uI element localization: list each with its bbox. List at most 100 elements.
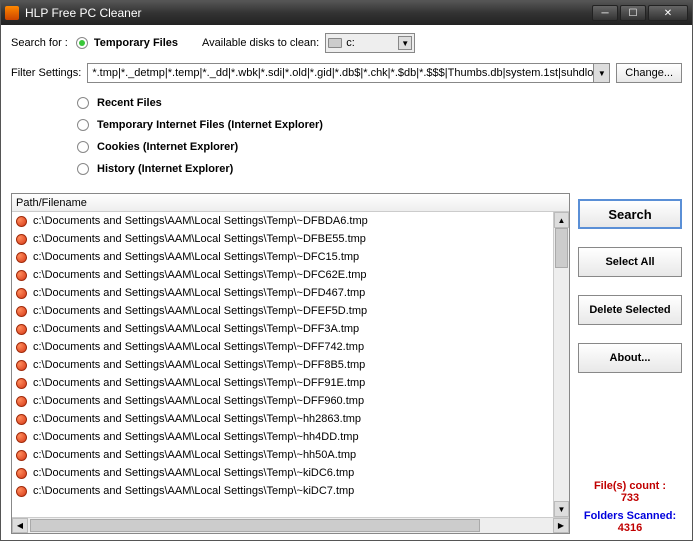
filter-settings-label: Filter Settings: [11, 67, 81, 79]
temp-files-label[interactable]: Temporary Files [94, 37, 178, 49]
app-icon [5, 6, 19, 20]
list-item[interactable]: c:\Documents and Settings\AAM\Local Sett… [12, 338, 553, 356]
window-title: HLP Free PC Cleaner [25, 6, 592, 20]
search-for-label: Search for : [11, 37, 68, 49]
list-item[interactable]: c:\Documents and Settings\AAM\Local Sett… [12, 464, 553, 482]
file-icon [16, 342, 27, 353]
scroll-up-icon[interactable]: ▲ [554, 212, 569, 228]
horizontal-scrollbar[interactable]: ◀ ▶ [12, 517, 569, 533]
files-count-value: 733 [578, 492, 682, 504]
radio-recent-files[interactable]: Recent Files [77, 97, 682, 109]
radio-label: History (Internet Explorer) [97, 163, 233, 175]
file-path: c:\Documents and Settings\AAM\Local Sett… [33, 467, 354, 479]
search-row: Search for : Temporary Files Available d… [11, 33, 682, 53]
content-area: Search for : Temporary Files Available d… [1, 25, 692, 540]
maximize-button[interactable]: ☐ [620, 5, 646, 21]
radio-history[interactable]: History (Internet Explorer) [77, 163, 682, 175]
side-panel: Search Select All Delete Selected About.… [578, 193, 682, 534]
file-path: c:\Documents and Settings\AAM\Local Sett… [33, 269, 367, 281]
list-body: c:\Documents and Settings\AAM\Local Sett… [12, 212, 569, 517]
scroll-right-icon[interactable]: ▶ [553, 518, 569, 533]
filter-combo[interactable]: *.tmp|*._detmp|*.temp|*._dd|*.wbk|*.sdi|… [87, 63, 610, 83]
vertical-scrollbar[interactable]: ▲ ▼ [553, 212, 569, 517]
list-item[interactable]: c:\Documents and Settings\AAM\Local Sett… [12, 392, 553, 410]
list-item[interactable]: c:\Documents and Settings\AAM\Local Sett… [12, 302, 553, 320]
available-disks-label: Available disks to clean: [202, 37, 319, 49]
chevron-down-icon: ▼ [398, 36, 412, 50]
radio-label: Recent Files [97, 97, 162, 109]
search-button[interactable]: Search [578, 199, 682, 229]
file-path: c:\Documents and Settings\AAM\Local Sett… [33, 413, 361, 425]
file-path: c:\Documents and Settings\AAM\Local Sett… [33, 359, 365, 371]
file-icon [16, 378, 27, 389]
folders-scanned-label: Folders Scanned: [578, 510, 682, 522]
file-list-panel: Path/Filename c:\Documents and Settings\… [11, 193, 570, 534]
radio-icon [77, 97, 89, 109]
main-row: Path/Filename c:\Documents and Settings\… [11, 193, 682, 534]
folders-scanned-value: 4316 [578, 522, 682, 534]
list-item[interactable]: c:\Documents and Settings\AAM\Local Sett… [12, 284, 553, 302]
list-item[interactable]: c:\Documents and Settings\AAM\Local Sett… [12, 230, 553, 248]
list-item[interactable]: c:\Documents and Settings\AAM\Local Sett… [12, 356, 553, 374]
file-path: c:\Documents and Settings\AAM\Local Sett… [33, 287, 365, 299]
list-rows[interactable]: c:\Documents and Settings\AAM\Local Sett… [12, 212, 553, 517]
radio-list: Recent Files Temporary Internet Files (I… [77, 97, 682, 185]
list-item[interactable]: c:\Documents and Settings\AAM\Local Sett… [12, 248, 553, 266]
file-path: c:\Documents and Settings\AAM\Local Sett… [33, 377, 365, 389]
minimize-button[interactable]: ─ [592, 5, 618, 21]
file-icon [16, 450, 27, 461]
radio-cookies[interactable]: Cookies (Internet Explorer) [77, 141, 682, 153]
list-header[interactable]: Path/Filename [12, 194, 569, 212]
list-item[interactable]: c:\Documents and Settings\AAM\Local Sett… [12, 428, 553, 446]
scroll-down-icon[interactable]: ▼ [554, 501, 569, 517]
file-path: c:\Documents and Settings\AAM\Local Sett… [33, 251, 359, 263]
file-path: c:\Documents and Settings\AAM\Local Sett… [33, 395, 364, 407]
list-item[interactable]: c:\Documents and Settings\AAM\Local Sett… [12, 266, 553, 284]
column-path: Path/Filename [16, 197, 87, 209]
file-icon [16, 414, 27, 425]
radio-label: Cookies (Internet Explorer) [97, 141, 238, 153]
scroll-left-icon[interactable]: ◀ [12, 518, 28, 533]
scroll-track[interactable] [28, 518, 553, 533]
select-all-button[interactable]: Select All [578, 247, 682, 277]
filter-value: *.tmp|*._detmp|*.temp|*._dd|*.wbk|*.sdi|… [92, 67, 602, 79]
list-item[interactable]: c:\Documents and Settings\AAM\Local Sett… [12, 320, 553, 338]
file-path: c:\Documents and Settings\AAM\Local Sett… [33, 431, 359, 443]
radio-icon [77, 163, 89, 175]
close-button[interactable]: ✕ [648, 5, 688, 21]
file-icon [16, 252, 27, 263]
file-icon [16, 468, 27, 479]
file-path: c:\Documents and Settings\AAM\Local Sett… [33, 215, 368, 227]
chevron-down-icon: ▼ [593, 64, 609, 82]
change-button[interactable]: Change... [616, 63, 682, 83]
list-item[interactable]: c:\Documents and Settings\AAM\Local Sett… [12, 212, 553, 230]
file-icon [16, 234, 27, 245]
radio-temp-internet[interactable]: Temporary Internet Files (Internet Explo… [77, 119, 682, 131]
file-path: c:\Documents and Settings\AAM\Local Sett… [33, 233, 366, 245]
drive-icon [328, 38, 342, 48]
file-icon [16, 216, 27, 227]
filter-row: Filter Settings: *.tmp|*._detmp|*.temp|*… [11, 63, 682, 83]
list-item[interactable]: c:\Documents and Settings\AAM\Local Sett… [12, 410, 553, 428]
file-icon [16, 288, 27, 299]
list-item[interactable]: c:\Documents and Settings\AAM\Local Sett… [12, 374, 553, 392]
stats: File(s) count : 733 Folders Scanned: 431… [578, 480, 682, 534]
scroll-thumb[interactable] [555, 228, 568, 268]
disk-value: c: [346, 37, 355, 49]
delete-selected-button[interactable]: Delete Selected [578, 295, 682, 325]
file-icon [16, 396, 27, 407]
radio-icon [77, 141, 89, 153]
file-path: c:\Documents and Settings\AAM\Local Sett… [33, 485, 354, 497]
file-icon [16, 360, 27, 371]
list-item[interactable]: c:\Documents and Settings\AAM\Local Sett… [12, 446, 553, 464]
disk-select[interactable]: c: ▼ [325, 33, 415, 53]
file-path: c:\Documents and Settings\AAM\Local Sett… [33, 449, 356, 461]
list-item[interactable]: c:\Documents and Settings\AAM\Local Sett… [12, 482, 553, 500]
file-icon [16, 324, 27, 335]
about-button[interactable]: About... [578, 343, 682, 373]
radio-temp-files[interactable] [76, 37, 88, 49]
scroll-thumb[interactable] [30, 519, 480, 532]
file-path: c:\Documents and Settings\AAM\Local Sett… [33, 323, 359, 335]
file-icon [16, 270, 27, 281]
radio-icon [77, 119, 89, 131]
